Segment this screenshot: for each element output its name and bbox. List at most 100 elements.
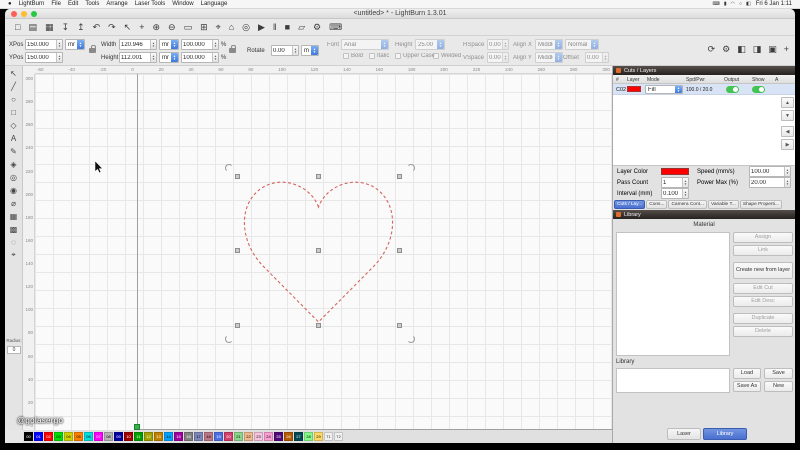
select-tool[interactable]: ↖: [7, 68, 21, 78]
width-input[interactable]: [120, 40, 150, 49]
tab-cuts-layers[interactable]: Cuts / Lay...: [614, 200, 646, 209]
wifi-icon[interactable]: ◠: [731, 1, 735, 7]
power-max-stepper[interactable]: [784, 178, 790, 187]
palette-color[interactable]: 00: [24, 432, 33, 441]
palette-color[interactable]: 10: [124, 432, 133, 441]
aspect-lock-icon[interactable]: [229, 45, 236, 53]
font-height-select[interactable]: 25.00: [415, 39, 445, 50]
ellipse-tool[interactable]: ○: [7, 94, 21, 104]
menu-item[interactable]: Laser Tools: [135, 1, 166, 7]
speed-stepper[interactable]: [784, 167, 790, 176]
welded-checkbox-box[interactable]: [433, 53, 439, 59]
expand-panel-button[interactable]: ▶: [781, 139, 794, 150]
selection-handle-bottom-left[interactable]: [235, 323, 240, 328]
selection-handle-center[interactable]: [316, 248, 321, 253]
layer-mode-arrows[interactable]: [675, 86, 682, 93]
save-icon[interactable]: ▦: [45, 22, 54, 33]
control-center-icon[interactable]: ◧: [746, 1, 751, 7]
rotate-stepper[interactable]: [292, 46, 298, 55]
panel-right-icon[interactable]: ◨: [753, 44, 762, 55]
pass-count-field[interactable]: [661, 177, 689, 188]
show-toggle[interactable]: [752, 86, 765, 93]
grid-snap-icon[interactable]: ⊞: [200, 22, 208, 33]
stop-icon[interactable]: ■: [285, 22, 290, 32]
palette-color[interactable]: T1: [324, 432, 333, 441]
selection-handle-top-left[interactable]: [235, 174, 240, 179]
palette-color[interactable]: 27: [294, 432, 303, 441]
interval-field[interactable]: [661, 188, 689, 199]
menu-item[interactable]: Window: [172, 1, 193, 7]
link-button[interactable]: Link: [733, 245, 793, 256]
font-height-arrows[interactable]: [437, 40, 444, 49]
laser-position-icon[interactable]: ⌖: [216, 22, 221, 33]
italic-checkbox[interactable]: Italic: [369, 53, 389, 59]
vspace-field[interactable]: [487, 52, 509, 63]
panel-left-icon[interactable]: ◧: [737, 44, 746, 55]
ypos-stepper[interactable]: [56, 53, 62, 62]
select-icon[interactable]: ↖: [124, 22, 132, 33]
vspace-stepper[interactable]: [502, 53, 508, 62]
palette-color[interactable]: 11: [134, 432, 143, 441]
menu-clock[interactable]: Fri 6 Jan 1:11: [756, 1, 792, 7]
ypos-input[interactable]: [26, 53, 56, 62]
palette-color[interactable]: 17: [194, 432, 203, 441]
selection-handle-bottom-middle[interactable]: [316, 323, 321, 328]
delete-button[interactable]: Delete: [733, 326, 793, 337]
interval-stepper[interactable]: [682, 189, 688, 198]
uppercase-checkbox-box[interactable]: [395, 53, 401, 59]
import-icon[interactable]: ↧: [61, 22, 69, 33]
palette-color[interactable]: 07: [94, 432, 103, 441]
new-file-icon[interactable]: □: [15, 22, 20, 32]
polygon-tool[interactable]: ◇: [7, 120, 21, 130]
font-select[interactable]: Arial: [341, 39, 389, 50]
zoom-in-icon[interactable]: ⊕: [152, 22, 160, 33]
selection-handle-top-middle[interactable]: [316, 174, 321, 179]
trace-image-tool[interactable]: ◌: [7, 237, 21, 247]
assign-button[interactable]: Assign: [733, 232, 793, 243]
device-settings-icon[interactable]: ⌨: [329, 22, 342, 33]
palette-color[interactable]: 13: [154, 432, 163, 441]
palette-color[interactable]: 16: [184, 432, 193, 441]
palette-color[interactable]: 28: [304, 432, 313, 441]
power-max-field[interactable]: [749, 177, 791, 188]
edit-desc-button[interactable]: Edit Desc: [733, 296, 793, 307]
rotate-handle-bottom-left[interactable]: [225, 335, 233, 343]
menu-item[interactable]: Tools: [85, 1, 99, 7]
offset-input[interactable]: [586, 53, 602, 62]
start-icon[interactable]: ▶: [258, 22, 265, 33]
offset-stepper[interactable]: [602, 53, 608, 62]
rotate-field[interactable]: [271, 45, 299, 56]
library-list[interactable]: [616, 368, 730, 393]
layer-color-swatch[interactable]: [661, 168, 689, 175]
home-icon[interactable]: ⌂: [229, 22, 234, 32]
keyboard-icon[interactable]: ⌨: [713, 1, 720, 7]
palette-color[interactable]: 12: [144, 432, 153, 441]
power-max-input[interactable]: [750, 178, 784, 187]
hspace-input[interactable]: [488, 40, 502, 49]
interval-input[interactable]: [662, 189, 682, 198]
radius-input[interactable]: 0: [7, 346, 21, 354]
menu-item[interactable]: Language: [201, 1, 228, 7]
position-lock-icon[interactable]: [89, 45, 96, 53]
material-list[interactable]: [616, 232, 730, 356]
rotate-handle-top-right[interactable]: [407, 164, 415, 172]
text-style-select[interactable]: Normal: [565, 39, 599, 50]
palette-color[interactable]: 19: [214, 432, 223, 441]
text-style-arrows[interactable]: [591, 40, 598, 49]
weld-shapes-tool[interactable]: ◉: [7, 185, 21, 195]
bold-checkbox[interactable]: Bold: [343, 53, 363, 59]
italic-checkbox-box[interactable]: [369, 53, 375, 59]
palette-color[interactable]: 04: [64, 432, 73, 441]
frame-view-icon[interactable]: ▭: [184, 22, 193, 33]
layer-list-area[interactable]: [613, 95, 795, 166]
menu-item[interactable]: File: [51, 1, 61, 7]
palette-color[interactable]: 22: [244, 432, 253, 441]
shape-props-tool[interactable]: ◈: [7, 159, 21, 169]
rotate-unit-select[interactable]: mm: [301, 45, 319, 56]
palette-color[interactable]: 26: [284, 432, 293, 441]
bold-checkbox-box[interactable]: [343, 53, 349, 59]
output-toggle[interactable]: [726, 86, 739, 93]
xpos-field[interactable]: [25, 39, 63, 50]
height-input[interactable]: [120, 53, 150, 62]
vspace-input[interactable]: [488, 53, 502, 62]
